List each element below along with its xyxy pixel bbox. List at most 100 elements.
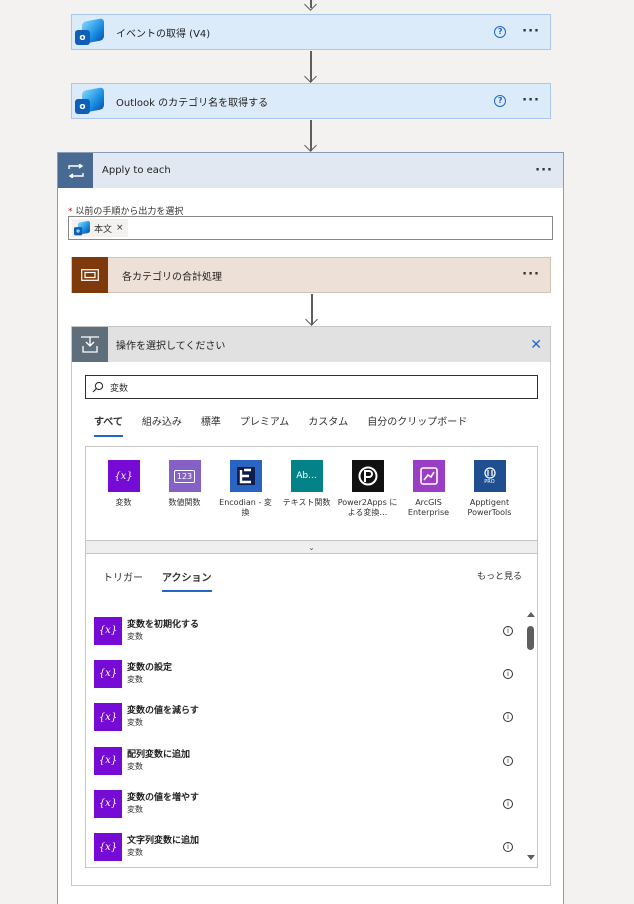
action-item-decrement-variable[interactable]: {x} 変数の値を減らす 変数 i	[94, 696, 514, 739]
action-name: 文字列変数に追加	[127, 836, 200, 847]
connector-encodian[interactable]: Encodian - 変換	[215, 460, 276, 518]
connector-arcgis[interactable]: ArcGIS Enterprise	[398, 460, 459, 518]
connector-power2apps[interactable]: Power2Apps による変換…	[337, 460, 398, 518]
variables-icon: {x}	[94, 789, 122, 818]
tab-my-clipboard[interactable]: 自分のクリップボード	[367, 413, 467, 437]
token-label: 本文	[94, 224, 113, 235]
search-icon	[92, 381, 104, 393]
info-icon[interactable]: i	[503, 712, 513, 723]
action-name: 変数を初期化する	[127, 619, 200, 630]
operation-chooser: 操作を選択してください ✕ 変数 すべて 組み込み 標準 プレミアム カスタム …	[71, 326, 551, 886]
tab-custom[interactable]: カスタム	[308, 413, 348, 437]
step-title: Outlook のカテゴリ名を取得する	[116, 97, 269, 109]
tab-triggers[interactable]: トリガー	[103, 569, 143, 592]
connector-arrow	[304, 70, 317, 83]
connector-math-functions[interactable]: 123 数値関数	[154, 460, 215, 518]
action-name: 配列変数に追加	[127, 749, 191, 760]
see-more-link[interactable]: もっと見る	[477, 569, 522, 582]
action-connector: 変数	[127, 804, 143, 814]
arcgis-icon	[412, 460, 445, 492]
action-item-initialize-variable[interactable]: {x} 変数を初期化する 変数 i	[94, 609, 514, 652]
connector-label: テキスト関数	[282, 498, 331, 507]
action-item-increment-variable[interactable]: {x} 変数の値を増やす 変数 i	[94, 782, 514, 825]
action-panel: トリガー アクション もっと見る {x} 変数を初期化する 変数 i {x} 変数…	[85, 554, 538, 868]
apply-to-each-header[interactable]: Apply to each ···	[58, 153, 563, 188]
tab-premium[interactable]: プレミアム	[240, 413, 289, 437]
more-options-icon[interactable]: ···	[522, 94, 540, 107]
connector-search-input[interactable]: 変数	[85, 375, 538, 399]
tab-builtin[interactable]: 組み込み	[142, 413, 182, 437]
tab-actions[interactable]: アクション	[162, 569, 212, 592]
tab-all[interactable]: すべて	[94, 413, 123, 437]
search-value: 変数	[110, 383, 129, 394]
action-connector: 変数	[127, 848, 143, 858]
scroll-thumb[interactable]	[527, 626, 534, 650]
variables-icon: {x}	[94, 833, 122, 862]
action-connector: 変数	[127, 761, 143, 771]
connector-arrow	[305, 313, 318, 326]
close-icon[interactable]: ✕	[530, 338, 542, 352]
expand-connectors-button[interactable]: ⌄	[85, 540, 538, 554]
connector-variables[interactable]: {x} 変数	[93, 460, 154, 518]
apply-to-each-scope: Apply to each ··· * 以前の手順から出力を選択 o 本文 × …	[57, 152, 564, 904]
action-name: 変数の設定	[127, 662, 173, 673]
action-item-append-string-variable[interactable]: {x} 文字列変数に追加 変数 i	[94, 825, 514, 868]
action-connector: 変数	[127, 674, 143, 684]
action-connector: 変数	[127, 718, 143, 728]
outlook-icon: o	[72, 14, 108, 50]
connector-label: ArcGIS Enterprise	[407, 498, 450, 517]
step-get-categories[interactable]: o Outlook のカテゴリ名を取得する ? ···	[71, 83, 551, 119]
action-list: {x} 変数を初期化する 変数 i {x} 変数の設定 変数 i {x} 変数の値を…	[94, 609, 514, 869]
scope-icon	[72, 257, 108, 293]
chevron-down-icon: ⌄	[308, 542, 315, 552]
scroll-down-arrow[interactable]	[527, 855, 535, 860]
token-remove-icon[interactable]: ×	[116, 223, 124, 233]
step-title: イベントの取得 (V4)	[116, 28, 211, 40]
variables-icon: {x}	[94, 659, 122, 688]
outlook-icon: o	[72, 83, 108, 119]
more-options-icon[interactable]: ···	[535, 164, 553, 177]
chooser-header: 操作を選択してください ✕	[72, 327, 550, 362]
variables-icon: {x}	[94, 616, 122, 645]
info-icon[interactable]: i	[503, 625, 513, 636]
scope-category-total[interactable]: 各カテゴリの合計処理 ···	[71, 257, 551, 293]
variables-icon: {x}	[94, 746, 122, 775]
action-item-append-array-variable[interactable]: {x} 配列変数に追加 変数 i	[94, 739, 514, 782]
category-tabs: すべて 組み込み 標準 プレミアム カスタム 自分のクリップボード	[94, 413, 467, 437]
connector-label: Encodian - 変換	[219, 498, 272, 517]
connector-panel: {x} 変数 123 数値関数 Encodian - 変換 Ab... テキスト…	[85, 446, 538, 555]
connector-text-functions[interactable]: Ab... テキスト関数	[276, 460, 337, 518]
info-icon[interactable]: i	[503, 798, 513, 809]
scroll-up-arrow[interactable]	[527, 612, 535, 617]
connector-apptigent[interactable]: PRO Apptigent PowerTools	[459, 460, 520, 518]
action-list-scrollbar[interactable]	[525, 610, 535, 862]
action-name: 変数の値を増やす	[127, 792, 200, 803]
loop-icon	[58, 153, 93, 188]
scope-title: 各カテゴリの合計処理	[122, 271, 222, 283]
more-options-icon[interactable]: ···	[522, 268, 540, 281]
apply-to-each-title: Apply to each	[102, 165, 171, 176]
output-select-input[interactable]: o 本文 ×	[68, 216, 553, 240]
help-icon[interactable]: ?	[494, 95, 507, 107]
more-options-icon[interactable]: ···	[522, 25, 540, 38]
variables-icon: {x}	[94, 703, 122, 732]
info-icon[interactable]: i	[503, 668, 513, 679]
action-item-set-variable[interactable]: {x} 変数の設定 変数 i	[94, 652, 514, 695]
new-step-icon	[72, 327, 108, 362]
connector-label: 数値関数	[168, 498, 201, 507]
action-connector: 変数	[127, 631, 143, 641]
connector-label: Power2Apps による変換…	[337, 498, 398, 517]
connector-arrow	[304, 139, 317, 152]
info-icon[interactable]: i	[503, 755, 513, 766]
connector-arrow	[304, 0, 317, 11]
dynamic-content-token[interactable]: o 本文 ×	[72, 219, 128, 237]
tab-standard[interactable]: 標準	[201, 413, 221, 437]
outlook-icon: o	[74, 220, 90, 236]
info-icon[interactable]: i	[503, 842, 513, 853]
help-icon[interactable]: ?	[494, 26, 507, 38]
numbers-icon: 123	[168, 460, 201, 492]
power2apps-icon	[351, 460, 384, 492]
action-name: 変数の値を減らす	[127, 706, 199, 717]
step-get-events[interactable]: o イベントの取得 (V4) ? ···	[71, 14, 551, 50]
apptigent-icon: PRO	[473, 460, 506, 492]
